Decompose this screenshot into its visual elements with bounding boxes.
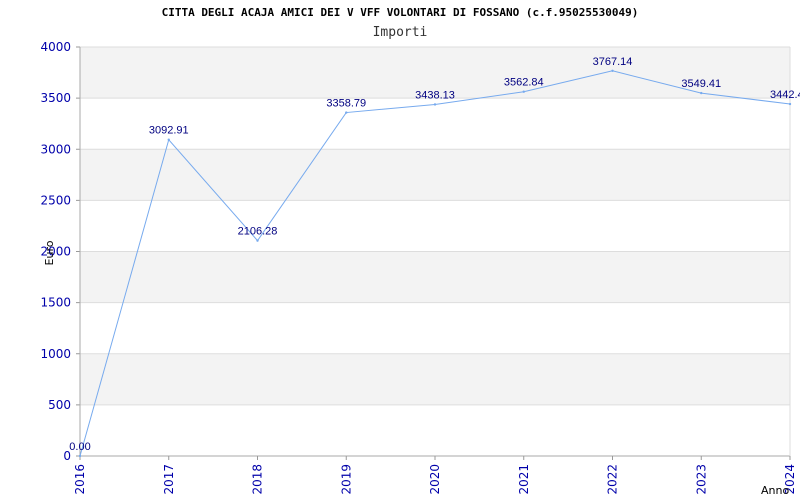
background-band [80,98,790,150]
y-tick-label: 3500 [40,91,71,105]
y-tick-label: 500 [48,398,71,412]
background-band [80,149,790,201]
data-point [256,239,259,242]
x-tick-label: 2023 [694,464,708,495]
line-chart: 05001000150020002500300035004000 2016 201… [40,40,800,497]
background-band [80,200,790,252]
x-tick-label: 2022 [606,464,620,495]
x-tick-label: 2021 [517,464,531,495]
data-label: 3358.79 [326,98,366,110]
data-point [167,138,170,141]
data-label: 3442.4 [770,89,800,101]
x-tick-labels: 2016 2017 2018 2019 2020 2021 2022 2023 2024 [73,464,797,495]
data-label: 0.00 [69,441,90,453]
data-point [611,69,614,73]
y-tick-label: 3000 [40,142,71,156]
data-point [78,454,82,458]
x-tick-label: 2019 [339,464,353,495]
data-point [522,90,525,93]
background-band [80,353,790,405]
x-tick-label: 2020 [428,464,442,495]
x-axis-label: Anno [761,484,789,497]
data-label: 3092.91 [149,125,189,137]
data-label: 3438.13 [415,89,455,101]
background-band [80,251,790,303]
data-point [700,91,703,95]
background-band [80,404,790,456]
x-tick-label: 2017 [162,464,176,495]
data-label: 2106.28 [238,226,278,238]
data-point [433,103,437,106]
background-band [80,302,790,354]
y-tick-label: 1000 [40,347,71,361]
x-tick-label: 2016 [73,464,87,495]
y-tick-label: 4000 [40,40,71,54]
data-point [788,102,792,106]
data-point [345,111,348,114]
data-label: 3549.41 [681,78,721,90]
y-axis-label: Euro [43,240,56,265]
x-tick-label: 2018 [251,464,265,495]
y-tick-label: 2500 [40,193,71,207]
data-label: 3562.84 [504,77,544,89]
data-label: 3767.14 [593,56,633,68]
y-tick-label: 1500 [40,296,71,310]
